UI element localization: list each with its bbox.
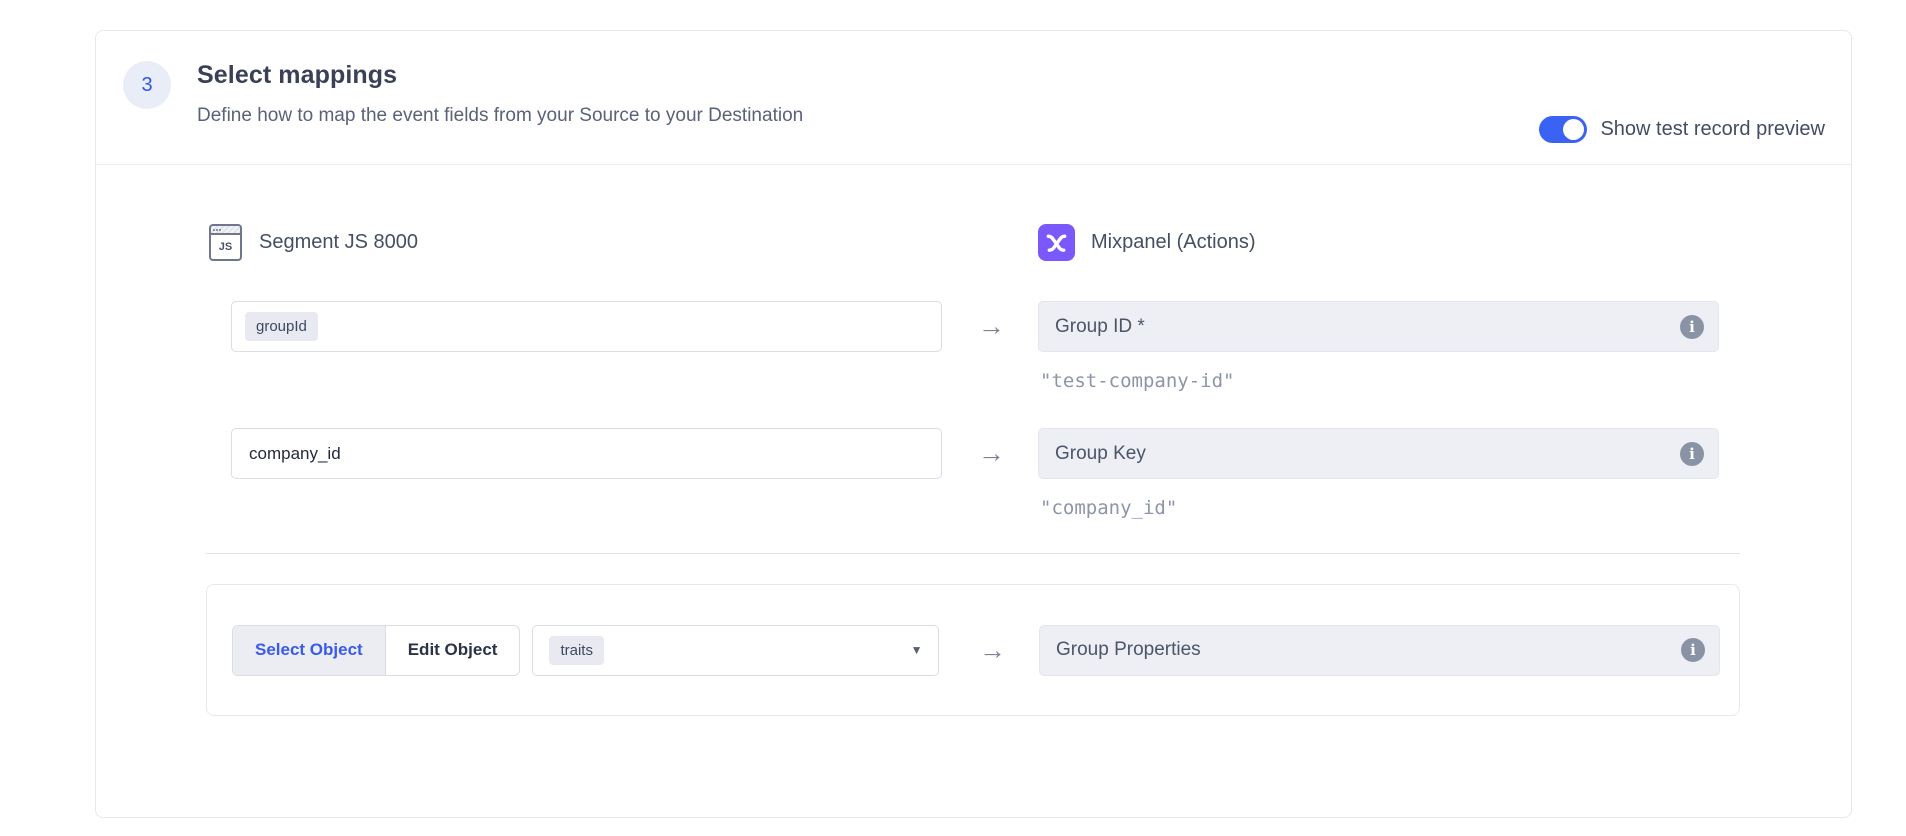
select-mappings-card: 3 Select mappings Define how to map the …: [95, 30, 1852, 818]
arrow-right-icon: →: [945, 428, 1038, 479]
object-mapping-box: Select Object Edit Object traits ▼ → Gro…: [206, 584, 1740, 716]
toggle-label: Show test record preview: [1600, 118, 1825, 141]
mixpanel-logo-icon: [1038, 224, 1075, 261]
info-icon[interactable]: i: [1681, 638, 1705, 662]
mapping-row-group-key: company_id → Group Key i "company_id": [206, 428, 1740, 519]
destination-field-group-id[interactable]: Group ID * i: [1038, 301, 1719, 352]
traits-token-chip[interactable]: traits: [549, 636, 604, 665]
browser-titlebar: [211, 226, 240, 235]
section-divider: [206, 553, 1740, 554]
info-icon[interactable]: i: [1680, 442, 1704, 466]
test-record-preview-toggle-group: Show test record preview: [1539, 116, 1825, 143]
mappings-body: JS Segment JS 8000 Mixpanel (Actions) g: [96, 224, 1851, 716]
js-browser-window-icon: JS: [209, 224, 242, 261]
object-source-dropdown[interactable]: traits ▼: [532, 625, 939, 676]
company-id-input-value: company_id: [245, 444, 341, 464]
destination-label: Mixpanel (Actions): [1091, 231, 1256, 254]
info-icon[interactable]: i: [1680, 315, 1704, 339]
page-subtitle: Define how to map the event fields from …: [197, 105, 803, 127]
source-column-header: JS Segment JS 8000: [206, 224, 945, 261]
mapping-row-group-properties: Select Object Edit Object traits ▼ → Gro…: [207, 625, 1739, 676]
arrow-right-icon: →: [946, 625, 1039, 676]
columns-header: JS Segment JS 8000 Mixpanel (Actions): [206, 224, 1740, 261]
destination-field-group-properties[interactable]: Group Properties i: [1039, 625, 1720, 676]
header-text: Select mappings Define how to map the ev…: [197, 61, 803, 164]
test-preview-value: "test-company-id": [1038, 370, 1719, 392]
test-preview-value: "company_id": [1038, 497, 1719, 519]
destination-column-header: Mixpanel (Actions): [1038, 224, 1256, 261]
toggle-knob: [1563, 119, 1584, 140]
destination-field-group-key[interactable]: Group Key i: [1038, 428, 1719, 479]
show-test-record-preview-toggle[interactable]: [1539, 116, 1587, 143]
arrow-right-icon: →: [945, 301, 1038, 352]
source-field-input-company-id[interactable]: company_id: [231, 428, 942, 479]
mapping-row-group-id: groupId → Group ID * i "test-company-id": [206, 301, 1740, 392]
page-title: Select mappings: [197, 61, 803, 90]
select-object-button[interactable]: Select Object: [233, 626, 386, 675]
chevron-down-icon: ▼: [911, 643, 923, 657]
groupid-token-chip[interactable]: groupId: [245, 312, 318, 341]
edit-object-button[interactable]: Edit Object: [386, 626, 520, 675]
step-number: 3: [141, 74, 152, 97]
source-field-input-groupid[interactable]: groupId: [231, 301, 942, 352]
step-number-badge: 3: [123, 61, 171, 109]
card-header: 3 Select mappings Define how to map the …: [96, 31, 1851, 165]
source-label: Segment JS 8000: [259, 231, 418, 254]
object-mode-segmented-control: Select Object Edit Object: [232, 625, 520, 676]
